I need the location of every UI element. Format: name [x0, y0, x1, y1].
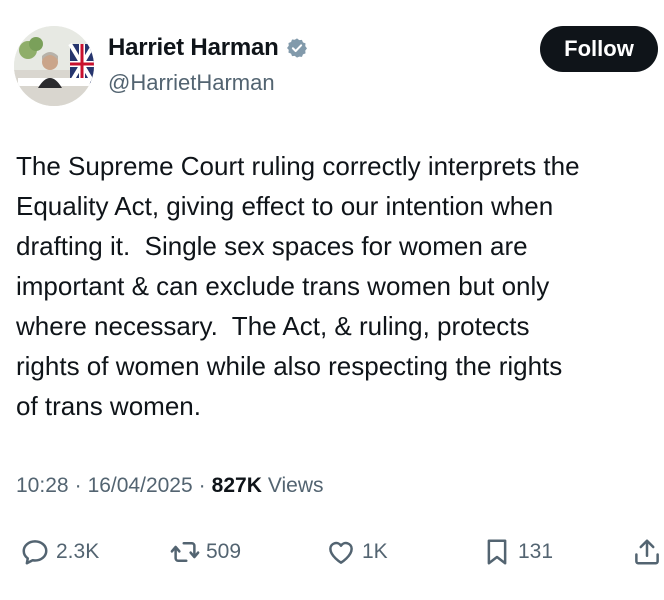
verified-badge-icon	[286, 38, 307, 58]
tweet-text: The Supreme Court ruling correctly inter…	[16, 151, 580, 421]
bookmark-count: 131	[518, 540, 554, 563]
repost-icon	[170, 542, 200, 562]
views-label: Views	[267, 474, 324, 497]
follow-button[interactable]: Follow	[540, 26, 658, 72]
tweet-header: Harriet Harman @HarrietHarman Follow	[14, 26, 658, 106]
like-count: 1K	[362, 540, 388, 563]
like-button[interactable]: 1K	[326, 528, 388, 576]
meta-separator: ·	[74, 474, 82, 497]
reply-icon	[22, 540, 48, 565]
handle[interactable]: @HarrietHarman	[108, 70, 275, 96]
action-bar: 2.3K 509 1K 131	[0, 528, 664, 576]
tweet-meta: 10:28 · 16/04/2025 · 827K Views	[16, 474, 324, 498]
share-icon	[635, 539, 659, 565]
tweet-date[interactable]: 16/04/2025	[88, 474, 193, 498]
views-count: 827K	[211, 474, 262, 497]
reply-count: 2.3K	[56, 540, 100, 563]
avatar[interactable]	[14, 26, 94, 106]
reply-button[interactable]: 2.3K	[20, 528, 99, 576]
display-name[interactable]: Harriet Harman	[108, 34, 279, 62]
name-row: Harriet Harman	[108, 34, 308, 62]
repost-count: 509	[206, 540, 242, 563]
avatar-photo	[14, 26, 94, 106]
repost-button[interactable]: 509	[170, 528, 241, 576]
heart-icon	[329, 541, 353, 564]
bookmark-button[interactable]: 131	[482, 528, 553, 576]
meta-separator: ·	[198, 474, 206, 497]
bookmark-icon	[487, 539, 507, 565]
share-button[interactable]	[632, 528, 662, 576]
tweet-time[interactable]: 10:28	[16, 474, 69, 498]
